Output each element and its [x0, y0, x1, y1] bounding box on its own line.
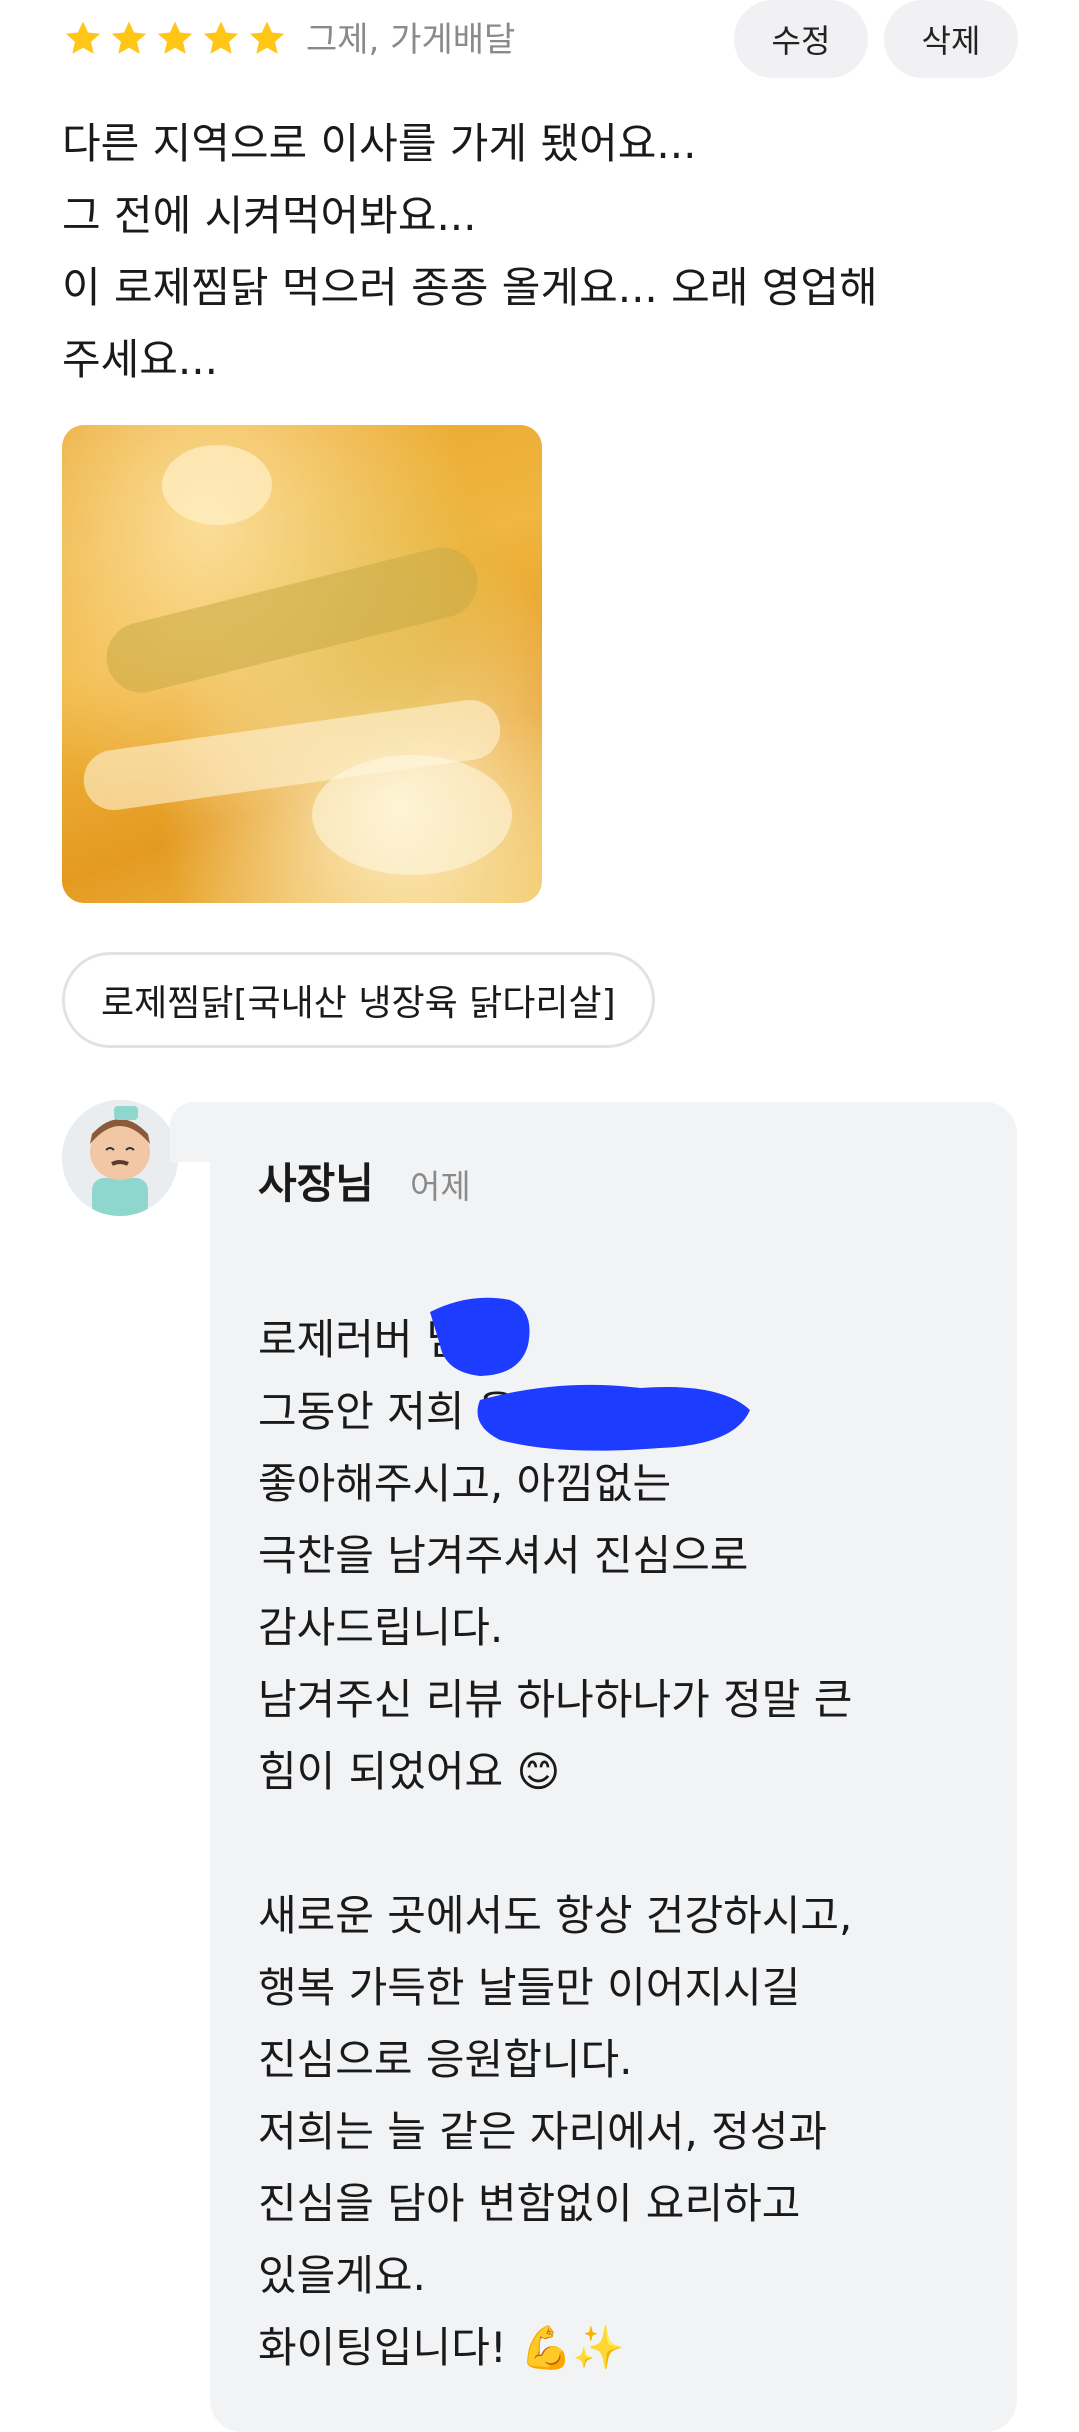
redaction-marks [430, 1297, 750, 1451]
